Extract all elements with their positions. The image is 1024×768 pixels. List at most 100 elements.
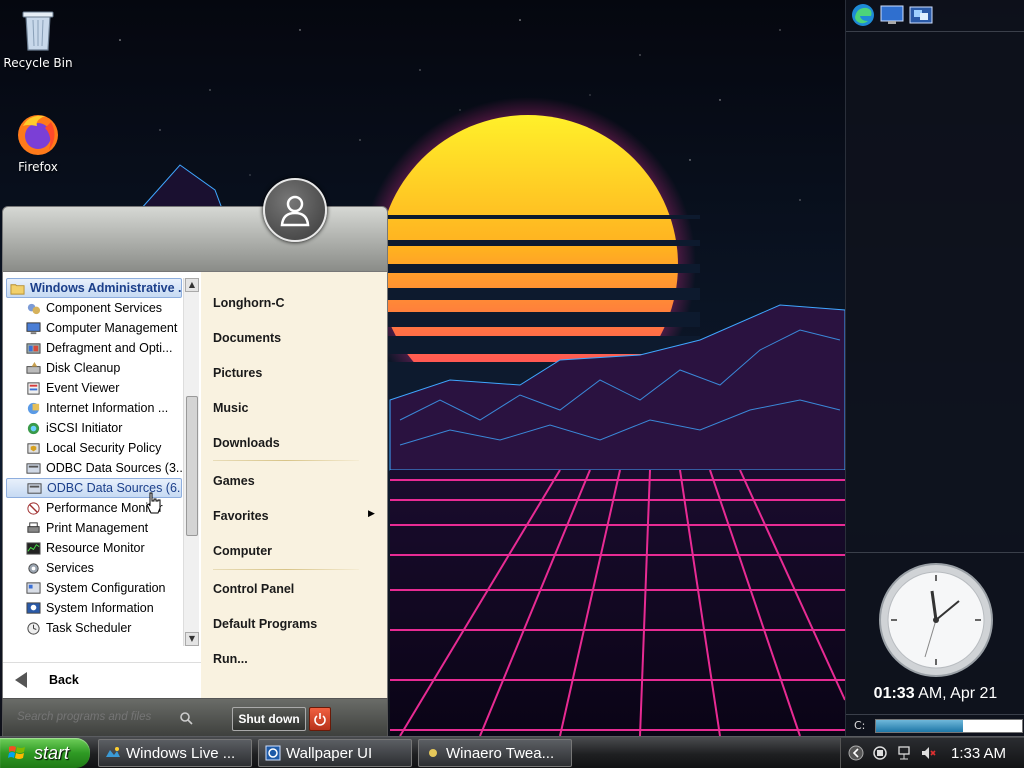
program-label: Defragment and Opti...	[46, 341, 173, 355]
user-avatar[interactable]	[263, 178, 327, 242]
search-icon[interactable]	[179, 711, 193, 725]
program-item[interactable]: Print Management	[6, 518, 182, 538]
program-label: Internet Information ...	[46, 401, 169, 415]
scroll-up-arrow-icon[interactable]: ▲	[185, 278, 199, 292]
taskbar-button-label: Winaero Twea...	[446, 744, 555, 762]
program-item[interactable]: Component Services	[6, 298, 182, 318]
firefox-icon	[18, 115, 58, 155]
clock-date-value: AM, Apr 21	[918, 685, 998, 702]
iis-manager-icon	[27, 402, 40, 414]
start-menu-header	[2, 206, 388, 272]
tray-network-button[interactable]	[895, 744, 913, 762]
taskbar: start Windows Live ... Wallpaper UI Wina…	[0, 736, 1024, 768]
program-item[interactable]: Services	[6, 558, 182, 578]
program-item[interactable]: Event Viewer	[6, 378, 182, 398]
clock-time-value: 01:33	[873, 685, 915, 702]
hand-cursor-icon	[146, 492, 161, 514]
tray-volume-button[interactable]	[919, 744, 937, 762]
start-menu-footer: Shut down	[2, 698, 388, 738]
windows-logo-icon	[8, 746, 25, 759]
edge-button[interactable]	[850, 3, 875, 27]
places-pane: Longhorn-C Documents Pictures Music Down…	[201, 272, 388, 698]
start-label: start	[34, 742, 70, 763]
user-folder-link[interactable]: Longhorn-C	[213, 296, 285, 310]
taskbar-button-winaero-tweaker[interactable]: Winaero Twea...	[418, 739, 572, 767]
system-information-icon	[26, 601, 41, 614]
program-label: Event Viewer	[46, 381, 120, 395]
program-item[interactable]: System Configuration	[6, 578, 182, 598]
winaero-icon	[429, 749, 437, 757]
downloads-link[interactable]: Downloads	[213, 436, 280, 450]
sync-icon	[873, 746, 887, 760]
program-item[interactable]: Defragment and Opti...	[6, 338, 182, 358]
program-label: Resource Monitor	[46, 541, 145, 555]
sidebar-clock-gadget: 01:33 AM, Apr 21	[846, 552, 1024, 712]
pictures-link[interactable]: Pictures	[213, 366, 262, 380]
games-link[interactable]: Games	[213, 474, 255, 488]
control-panel-link[interactable]: Control Panel	[213, 582, 294, 596]
program-label: Services	[46, 561, 94, 575]
switch-windows-button[interactable]	[908, 3, 933, 27]
windows-live-icon	[106, 747, 120, 757]
computer-link[interactable]: Computer	[213, 544, 272, 558]
drive-usage-fill	[876, 719, 963, 732]
back-label: Back	[49, 672, 79, 687]
taskbar-button-wallpaper-ui[interactable]: Wallpaper UI	[258, 739, 412, 767]
back-button[interactable]: Back	[3, 662, 202, 696]
network-icon	[898, 746, 910, 760]
tray-sync-button[interactable]	[871, 744, 889, 762]
services-icon	[28, 562, 39, 574]
clock-text: 01:33 AM, Apr 21	[846, 685, 1024, 703]
folder-icon	[10, 283, 25, 295]
back-arrow-icon	[15, 671, 27, 688]
performance-monitor-icon	[27, 501, 40, 515]
program-item[interactable]: Resource Monitor	[6, 538, 182, 558]
print-management-icon	[27, 521, 40, 533]
program-label: Local Security Policy	[46, 441, 162, 455]
tray-clock[interactable]: 1:33 AM	[951, 745, 1006, 762]
programs-scrollbar[interactable]: ▲ ▼	[183, 278, 199, 646]
resource-monitor-icon	[26, 541, 41, 555]
defragment-icon	[26, 342, 41, 354]
program-item[interactable]: Local Security Policy	[6, 438, 182, 458]
music-link[interactable]: Music	[213, 401, 248, 415]
firefox-shortcut[interactable]: Firefox	[0, 112, 76, 174]
places-separator	[213, 460, 359, 461]
program-item[interactable]: Computer Management	[6, 318, 182, 338]
folder-windows-administrative[interactable]: Windows Administrative ...	[6, 278, 182, 298]
tray-expand-button[interactable]	[847, 744, 865, 762]
program-label: System Configuration	[46, 581, 166, 595]
program-item[interactable]: System Information	[6, 598, 182, 618]
shutdown-button[interactable]: Shut down	[232, 707, 306, 731]
volume-muted-icon	[922, 747, 936, 759]
taskbar-button-windows-live[interactable]: Windows Live ...	[98, 739, 252, 767]
start-button[interactable]: start	[0, 738, 90, 768]
recycle-bin-shortcut[interactable]: Recycle Bin	[0, 6, 76, 70]
program-item[interactable]: ODBC Data Sources (3...	[6, 458, 182, 478]
program-item[interactable]: Disk Cleanup	[6, 358, 182, 378]
event-viewer-icon	[27, 381, 40, 395]
recycle-bin-icon	[22, 11, 54, 51]
power-icon	[314, 713, 326, 726]
program-label: Print Management	[46, 521, 149, 535]
programs-list[interactable]: Windows Administrative ... Component Ser…	[6, 278, 182, 646]
places-separator	[213, 569, 359, 570]
program-label: System Information	[46, 601, 154, 615]
scroll-thumb[interactable]	[186, 396, 198, 536]
run-link[interactable]: Run...	[213, 652, 248, 666]
program-item[interactable]: iSCSI Initiator	[6, 418, 182, 438]
default-programs-link[interactable]: Default Programs	[213, 617, 317, 631]
recycle-bin-label: Recycle Bin	[3, 56, 73, 70]
wallpaper-ui-icon	[265, 745, 281, 761]
program-label: ODBC Data Sources (3...	[46, 461, 182, 475]
scroll-down-arrow-icon[interactable]: ▼	[185, 632, 199, 646]
program-item[interactable]: Task Scheduler	[6, 618, 182, 638]
power-options-button[interactable]	[309, 707, 331, 731]
search-input[interactable]	[17, 711, 197, 723]
disk-cleanup-icon	[26, 361, 41, 374]
analog-clock-icon	[879, 563, 993, 677]
program-item[interactable]: Internet Information ...	[6, 398, 182, 418]
documents-link[interactable]: Documents	[213, 331, 281, 345]
show-desktop-button[interactable]	[879, 3, 904, 27]
favorites-link[interactable]: Favorites	[213, 509, 269, 523]
